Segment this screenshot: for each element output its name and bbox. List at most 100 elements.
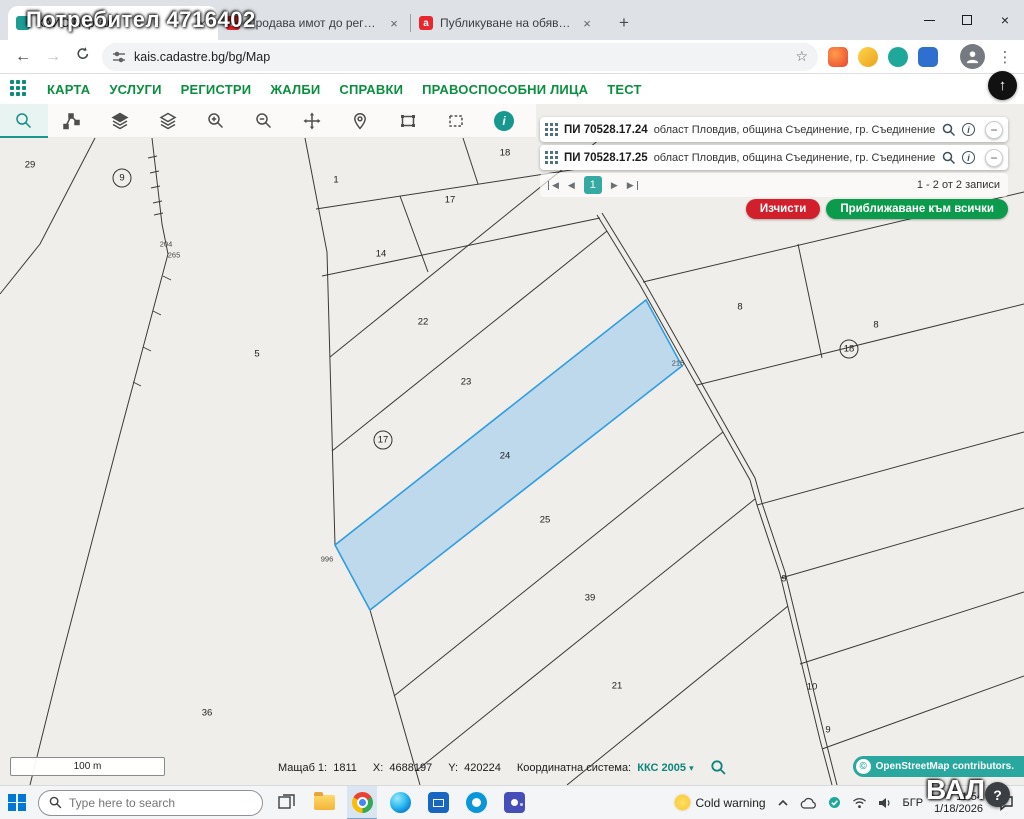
- tab-alo-1[interactable]: a Продава имот до регулация в ×: [218, 6, 410, 40]
- zoom-out-tool[interactable]: [240, 104, 288, 138]
- parcel-label: 8: [873, 320, 878, 331]
- parcel-label: 9: [825, 725, 830, 736]
- crs-selector[interactable]: Координатна система: ККС 2005 ▾: [517, 762, 694, 774]
- kais-favicon: [16, 16, 30, 30]
- new-tab-button[interactable]: +: [611, 10, 637, 36]
- parcel-label: 10: [807, 682, 818, 693]
- row-info-icon[interactable]: i: [962, 151, 975, 164]
- scale-bar: 100 m: [10, 757, 165, 776]
- layers-filled-tool[interactable]: [96, 104, 144, 138]
- weather-widget[interactable]: Cold warning: [675, 795, 766, 810]
- status-dot-icon[interactable]: [828, 796, 841, 809]
- skype-icon[interactable]: [461, 786, 491, 819]
- tab-close-icon[interactable]: ×: [194, 15, 210, 31]
- prev-page-button[interactable]: ◀: [568, 181, 575, 190]
- info-icon: i: [494, 111, 514, 131]
- extension-icon-2[interactable]: [858, 47, 878, 67]
- select-extent-tool[interactable]: [384, 104, 432, 138]
- volume-icon[interactable]: [878, 797, 892, 809]
- map-toolbar: i: [0, 104, 536, 138]
- row-info-icon[interactable]: i: [962, 123, 975, 136]
- chrome-icon[interactable]: [347, 786, 377, 819]
- parcel-label: 265: [168, 251, 181, 260]
- task-view-button[interactable]: [271, 786, 301, 819]
- current-page[interactable]: 1: [584, 176, 602, 194]
- row-remove-button[interactable]: −: [985, 121, 1003, 139]
- url-text[interactable]: kais.cadastre.bg/bg/Map: [134, 50, 787, 64]
- nav-uslugi[interactable]: УСЛУГИ: [109, 82, 161, 97]
- browser-menu-icon[interactable]: ⋮: [995, 48, 1015, 66]
- coordinate-search-icon[interactable]: [710, 759, 727, 776]
- profile-avatar[interactable]: [960, 44, 985, 69]
- grid-icon: [545, 151, 558, 164]
- result-row-1[interactable]: ПИ 70528.17.24 област Пловдив, община Съ…: [540, 117, 1008, 142]
- tab-close-icon[interactable]: ×: [579, 15, 595, 31]
- extension-icon-3[interactable]: [888, 47, 908, 67]
- row-search-icon[interactable]: [942, 123, 956, 137]
- minimize-button[interactable]: [910, 0, 948, 40]
- alo-favicon: a: [226, 16, 240, 30]
- last-page-button[interactable]: ▶: [627, 181, 638, 190]
- next-page-button[interactable]: ▶: [611, 181, 618, 190]
- zoom-in-tool[interactable]: [192, 104, 240, 138]
- help-circle: ?: [985, 782, 1010, 807]
- tab-close-icon[interactable]: ×: [386, 15, 402, 31]
- map-attribution[interactable]: © OpenStreetMap contributors.: [853, 756, 1024, 777]
- tab-kais[interactable]: КАИС Портал ×: [8, 6, 218, 40]
- scroll-top-button[interactable]: ↑: [988, 71, 1017, 100]
- nav-spravki[interactable]: СПРАВКИ: [339, 82, 403, 97]
- close-window-button[interactable]: ×: [986, 0, 1024, 40]
- mail-app-icon[interactable]: [423, 786, 453, 819]
- parcel-label: 36: [202, 708, 213, 719]
- nav-test[interactable]: ТЕСТ: [607, 82, 641, 97]
- file-explorer-icon[interactable]: [309, 786, 339, 819]
- search-input[interactable]: [69, 796, 239, 810]
- site-settings-icon[interactable]: [112, 50, 126, 64]
- keyboard-language[interactable]: БГР: [903, 797, 924, 809]
- pan-tool[interactable]: [288, 104, 336, 138]
- nav-registri[interactable]: РЕГИСТРИ: [181, 82, 252, 97]
- grid-icon: [545, 123, 558, 136]
- parcel-label: 24: [500, 451, 511, 462]
- bookmark-star-icon[interactable]: ☆: [795, 48, 808, 65]
- map-area[interactable]: 2991181714225231724253921368818910920426…: [0, 104, 1024, 785]
- location-marker-tool[interactable]: [336, 104, 384, 138]
- y-coordinate: Y: 420224: [448, 762, 501, 774]
- search-tool[interactable]: [0, 104, 48, 138]
- select-box-tool[interactable]: [432, 104, 480, 138]
- extension-icon-1[interactable]: [828, 47, 848, 67]
- tab-alo-2[interactable]: a Публикуване на обява - Прод ×: [411, 6, 603, 40]
- onedrive-icon[interactable]: [800, 797, 817, 809]
- layers-outline-tool[interactable]: [144, 104, 192, 138]
- maximize-button[interactable]: [948, 0, 986, 40]
- clear-button[interactable]: Изчисти: [746, 199, 820, 219]
- row-search-icon[interactable]: [942, 151, 956, 165]
- parcel-label: 22: [418, 317, 429, 328]
- back-icon[interactable]: ←: [8, 48, 38, 66]
- taskbar-clock[interactable]: 11:54 1/18/2026: [934, 791, 983, 815]
- nav-karta[interactable]: КАРТА: [47, 82, 90, 97]
- info-tool[interactable]: i: [480, 104, 528, 138]
- zoom-to-all-button[interactable]: Приближаване към всички: [826, 199, 1008, 219]
- wifi-icon[interactable]: [852, 797, 867, 809]
- edge-icon[interactable]: [385, 786, 415, 819]
- first-page-button[interactable]: ◀: [548, 181, 559, 190]
- teams-icon[interactable]: [499, 786, 529, 819]
- measure-tool[interactable]: [48, 104, 96, 138]
- nav-zhalbi[interactable]: ЖАЛБИ: [270, 82, 320, 97]
- nav-pravosposobni[interactable]: ПРАВОСПОСОБНИ ЛИЦА: [422, 82, 588, 97]
- panel-actions: Изчисти Приближаване към всички: [540, 199, 1008, 219]
- row-remove-button[interactable]: −: [985, 149, 1003, 167]
- extension-icon-4[interactable]: [918, 47, 938, 67]
- result-row-2[interactable]: ПИ 70528.17.25 област Пловдив, община Съ…: [540, 145, 1008, 170]
- apps-grid-icon[interactable]: [10, 80, 28, 98]
- parcel-label: 215: [672, 359, 685, 368]
- start-button[interactable]: [0, 786, 34, 819]
- hidden-icons-chevron[interactable]: [777, 797, 789, 809]
- reload-icon[interactable]: [68, 46, 98, 67]
- forward-icon[interactable]: →: [38, 48, 68, 66]
- taskbar-search[interactable]: [38, 790, 263, 816]
- parcel-label: 996: [321, 555, 334, 564]
- scale-readout: Мащаб 1: 1811: [278, 762, 357, 774]
- url-field[interactable]: kais.cadastre.bg/bg/Map ☆: [102, 43, 818, 71]
